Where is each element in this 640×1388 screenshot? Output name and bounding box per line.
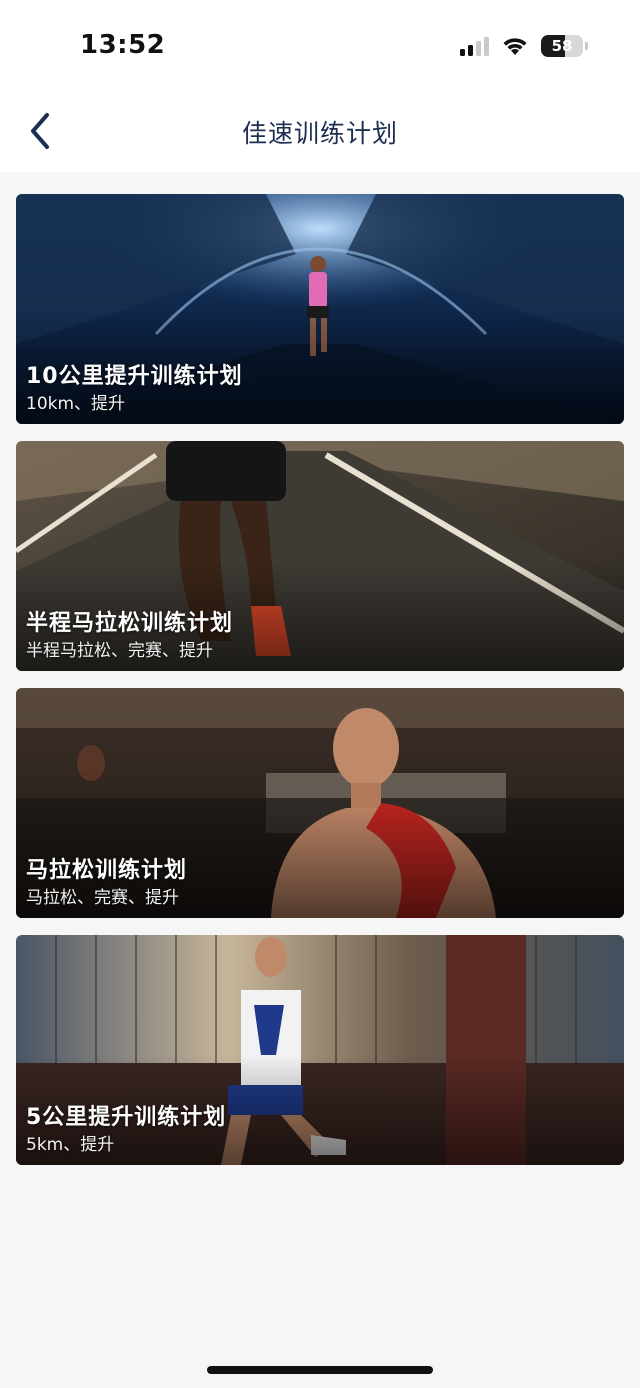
plan-tags: 5km、提升 [26, 1135, 115, 1155]
app-screen: 13:52 58 佳速训练计划 10公里提升训练计划 10km、提升 半程马拉松… [0, 0, 640, 1388]
cellular-signal-icon [460, 36, 489, 56]
plan-tags: 马拉松、完赛、提升 [26, 888, 179, 908]
status-bar: 13:52 58 [0, 0, 640, 92]
plan-card-marathon[interactable]: 马拉松训练计划 马拉松、完赛、提升 [16, 688, 624, 918]
plan-title: 半程马拉松训练计划 [26, 611, 234, 636]
plan-tags: 10km、提升 [26, 394, 126, 414]
battery-icon: 58 [541, 35, 583, 57]
status-icons: 58 [460, 35, 588, 57]
plan-title: 马拉松训练计划 [26, 858, 188, 883]
home-indicator[interactable] [207, 1366, 433, 1374]
plan-title: 10公里提升训练计划 [26, 364, 243, 389]
page-title: 佳速训练计划 [241, 119, 398, 148]
plan-card-5km[interactable]: 5公里提升训练计划 5km、提升 [16, 935, 624, 1165]
plan-card-10km[interactable]: 10公里提升训练计划 10km、提升 [16, 194, 624, 424]
nav-bar: 佳速训练计划 [0, 92, 640, 172]
battery-percent: 58 [551, 37, 573, 55]
plan-title: 5公里提升训练计划 [26, 1105, 227, 1130]
plan-card-half-marathon[interactable]: 半程马拉松训练计划 半程马拉松、完赛、提升 [16, 441, 624, 671]
status-time: 13:52 [80, 30, 166, 60]
battery-tip [585, 42, 588, 50]
plan-list: 10公里提升训练计划 10km、提升 半程马拉松训练计划 半程马拉松、完赛、提升… [16, 194, 624, 1182]
plan-tags: 半程马拉松、完赛、提升 [26, 641, 213, 661]
wifi-icon [503, 38, 527, 55]
